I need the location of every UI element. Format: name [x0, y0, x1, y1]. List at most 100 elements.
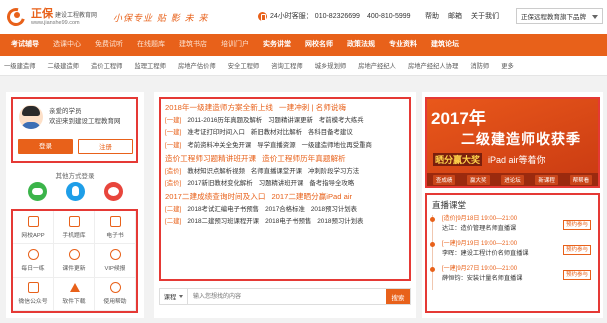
subnav-item[interactable]: 造价工程师 — [91, 61, 122, 70]
news-link[interactable]: 2017合格标准 — [265, 204, 305, 217]
subnav-item[interactable]: 房地产经纪人协理 — [408, 61, 458, 70]
service-help[interactable]: 使用帮助 — [95, 277, 136, 311]
subnav-item-more[interactable]: 更多 — [501, 61, 514, 70]
service-vip[interactable]: VIP候报 — [95, 244, 136, 278]
live-title: 直播课堂 — [432, 200, 467, 210]
nav-item-training[interactable]: 培训门户 — [214, 34, 256, 56]
news-link[interactable]: 2018年一级建造师方案全新上线 — [165, 102, 273, 115]
news-link[interactable]: 备考指导全攻略 — [309, 178, 354, 191]
news-link[interactable]: 习题精讲课更新 — [268, 115, 313, 128]
link-help[interactable]: 帮助 — [425, 11, 439, 21]
news-link[interactable]: 一建冲刺 | 名师说嗨 — [279, 102, 346, 115]
vip-icon — [109, 248, 121, 260]
subnav-item[interactable]: 房地产估价师 — [178, 61, 216, 70]
news-row: [造价] 教材知识点解析视频 名师直播课堂开课 冲刺阶段学习方法 — [165, 166, 405, 179]
banner-menu-item[interactable]: 进论坛 — [501, 174, 524, 185]
live-item: [一建]9月19日 19:00—21:00 李晖：建设工程计价名师直播课 预约参… — [430, 240, 593, 265]
nav-item-materials[interactable]: 专业资料 — [382, 34, 424, 56]
banner-menu-item[interactable]: 帮帮看 — [569, 174, 593, 185]
logo-name: 正保 — [31, 7, 53, 20]
wechat-icon[interactable] — [27, 182, 47, 201]
qq-icon[interactable] — [65, 182, 85, 201]
news-link[interactable]: 考前资料冲关全免开课 — [187, 140, 251, 153]
nav-item-trial[interactable]: 免费试听 — [88, 34, 130, 56]
nav-item-forum[interactable]: 建筑论坛 — [424, 34, 466, 56]
service-ebook[interactable]: 电子书 — [95, 211, 136, 245]
news-link[interactable]: 2017新旧教材变化解析 — [187, 178, 252, 191]
news-link[interactable]: 造价工程师历年真题解析 — [262, 153, 346, 166]
nav-item-teachers[interactable]: 网校名师 — [298, 34, 340, 56]
news-link[interactable]: 导学直播资源 — [257, 140, 295, 153]
link-about[interactable]: 关于我们 — [471, 11, 499, 21]
avatar — [19, 105, 43, 129]
subnav-item[interactable]: 消防师 — [470, 61, 489, 70]
nav-item-policy[interactable]: 政策法规 — [340, 34, 382, 56]
nav-item-exam[interactable]: 考试辅导 — [4, 34, 46, 56]
news-link[interactable]: 习题精讲班开课 — [259, 178, 304, 191]
news-link[interactable]: 考前模考大练兵 — [319, 115, 364, 128]
banner-menu-item[interactable]: 赢大奖 — [467, 174, 490, 185]
news-link[interactable]: 冲刺阶段学习方法 — [308, 166, 359, 179]
service-wechat-account[interactable]: 微信公众号 — [13, 277, 54, 311]
news-link[interactable]: 2017二建成绩查询时间及入口 — [165, 191, 265, 204]
register-button[interactable]: 注册 — [78, 139, 133, 154]
news-link[interactable]: 一级建造师地位再受重商 — [302, 140, 372, 153]
site-logo[interactable]: 正保 建设工程教育网 www.jianshe99.com — [3, 4, 97, 30]
service-app[interactable]: 网校APP — [13, 211, 54, 245]
login-button[interactable]: 登录 — [18, 139, 73, 154]
timeline-dot-icon — [430, 267, 435, 272]
logo-url: www.jianshe99.com — [31, 20, 80, 27]
news-link[interactable]: 2018预习计划表 — [317, 216, 363, 229]
service-download[interactable]: 软件下载 — [54, 277, 95, 311]
news-link[interactable]: 新旧教材对比解析 — [251, 127, 302, 140]
news-link[interactable]: 教材知识点解析视频 — [187, 166, 245, 179]
nav-item-quiz[interactable]: 在线题库 — [130, 34, 172, 56]
live-book-button[interactable]: 预约参与 — [563, 270, 591, 280]
search-input[interactable] — [188, 289, 386, 304]
news-row: [造价] 2017新旧教材变化解析 习题精讲班开课 备考指导全攻略 — [165, 178, 405, 191]
news-link[interactable]: 各科目备考建议 — [308, 127, 353, 140]
news-link[interactable]: 2017二建晒分赢iPad air — [271, 191, 352, 204]
hotline: 24小时客服： 010-82326699 400-810-5999 — [258, 11, 411, 21]
live-book-button[interactable]: 预约参与 — [563, 245, 591, 255]
banner-menu-item[interactable]: 查成绩 — [432, 174, 456, 185]
search-button[interactable]: 搜索 — [386, 289, 410, 304]
search-category-select[interactable]: 课程 — [160, 289, 188, 304]
social-login — [6, 182, 144, 201]
nav-item-course[interactable]: 选课中心 — [46, 34, 88, 56]
subnav-item[interactable]: 房地产经纪人 — [358, 61, 396, 70]
logo-mark-icon — [3, 4, 29, 30]
news-tag: [二建] — [165, 205, 182, 213]
subnav-item[interactable]: 一级建造师 — [4, 61, 35, 70]
link-mail[interactable]: 邮箱 — [448, 11, 462, 21]
campus-select[interactable]: 正保远程教育旗下品牌 — [516, 8, 603, 24]
subnav-item[interactable]: 城乡规划师 — [315, 61, 346, 70]
news-link[interactable]: 2011-2016历年真题及解析 — [187, 115, 262, 128]
live-book-button[interactable]: 预约参与 — [563, 220, 591, 230]
news-link[interactable]: 造价工程师习题精讲班开课 — [165, 153, 256, 166]
course-update-icon — [68, 248, 80, 260]
nav-item-bookstore[interactable]: 建筑书店 — [172, 34, 214, 56]
subnav-item[interactable]: 二级建造师 — [47, 61, 78, 70]
service-course-update[interactable]: 课件更新 — [54, 244, 95, 278]
hotline-label: 24小时客服： — [270, 13, 313, 20]
news-link[interactable]: 准考证打印时间入口 — [187, 127, 245, 140]
news-link[interactable]: 2018电子书预售 — [265, 216, 311, 229]
promo-banner[interactable]: 2017年 二级建造师收获季 晒分赢大奖 iPad air等着你 查成绩 赢大奖… — [425, 97, 600, 188]
news-link[interactable]: 名师直播课堂开课 — [251, 166, 302, 179]
banner-menu-item[interactable]: 新课程 — [535, 174, 558, 185]
service-daily-practice[interactable]: 每日一练 — [13, 244, 54, 278]
greeting-line1: 亲爱的学员 — [49, 108, 82, 115]
timeline-dot-icon — [430, 242, 435, 247]
news-link[interactable]: 2018二建预习班课程开课 — [187, 216, 259, 229]
news-row: 造价工程师习题精讲班开课 造价工程师历年真题解析 — [165, 153, 405, 166]
subnav-item[interactable]: 监理工程师 — [134, 61, 165, 70]
nav-item-lecture[interactable]: 实务讲堂 — [256, 34, 298, 56]
weibo-icon[interactable] — [103, 182, 123, 201]
service-mobile-quiz[interactable]: 手机题库 — [54, 211, 95, 245]
news-link[interactable]: 2018考试汇编电子书预售 — [187, 204, 259, 217]
news-row: 2017二建成绩查询时间及入口 2017二建晒分赢iPad air — [165, 191, 405, 204]
subnav-item[interactable]: 咨询工程师 — [271, 61, 302, 70]
subnav-item[interactable]: 安全工程师 — [228, 61, 259, 70]
news-link[interactable]: 2018预习计划表 — [311, 204, 357, 217]
